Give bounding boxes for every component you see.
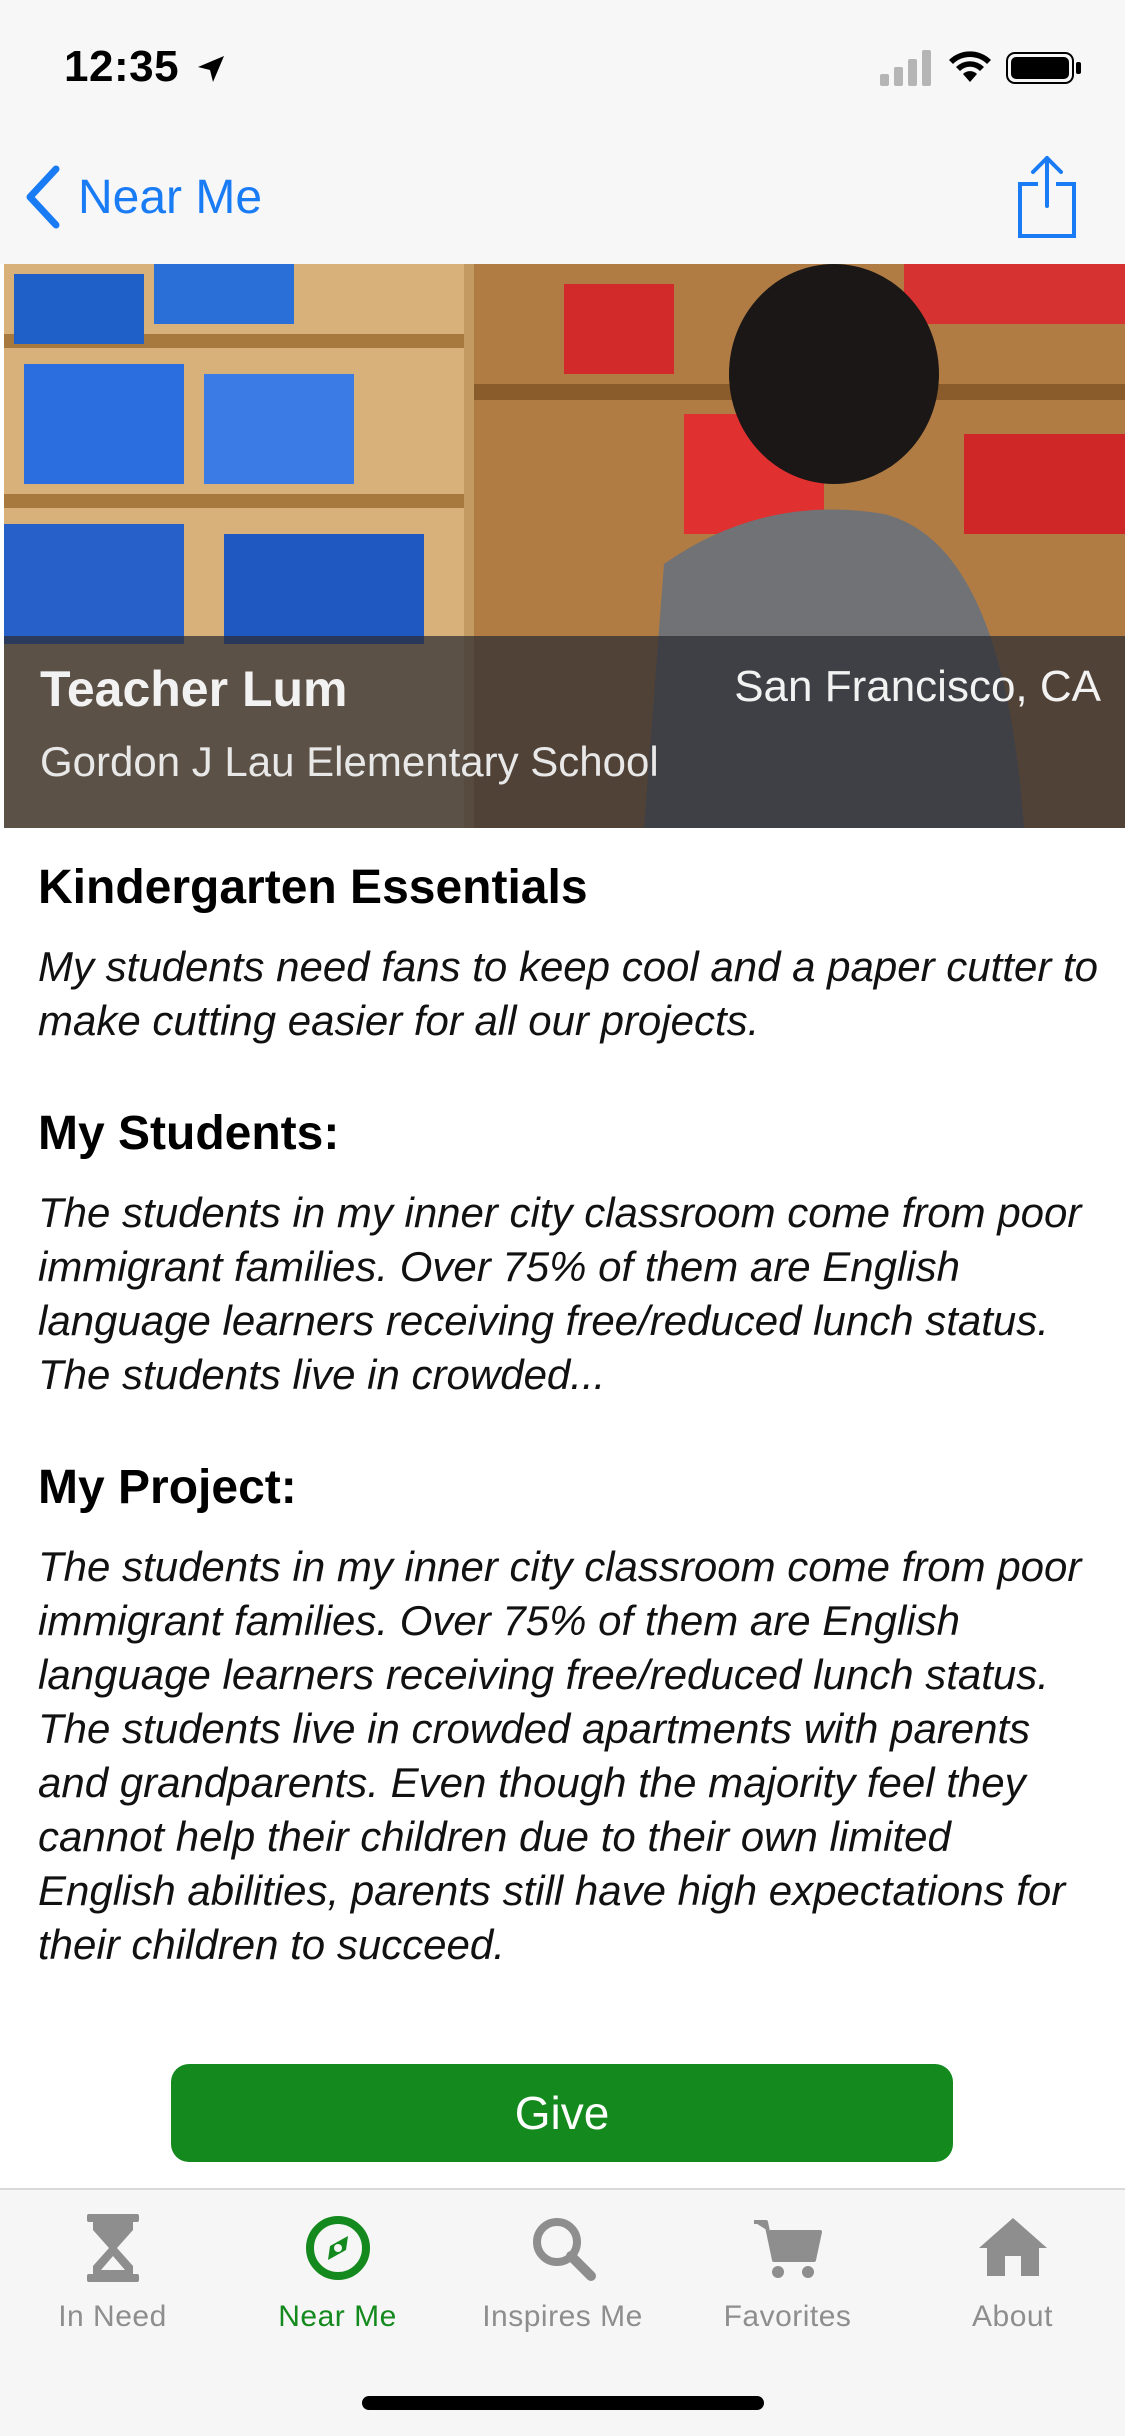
status-bar: 12:35	[0, 0, 1125, 132]
chevron-left-icon	[26, 165, 60, 229]
status-time: 12:35	[64, 42, 180, 91]
hourglass-icon	[86, 2214, 139, 2282]
search-icon	[532, 2218, 596, 2281]
back-button[interactable]: Near Me	[22, 162, 262, 232]
tab-label: Inspires Me	[482, 2300, 643, 2333]
students-text: The students in my inner city classroom …	[38, 1189, 1082, 1398]
hero-caption: Teacher Lum San Francisco, CA Gordon J L…	[4, 636, 1125, 828]
tab-near-me[interactable]: Near Me	[225, 2210, 450, 2340]
home-indicator[interactable]	[362, 2396, 764, 2410]
tab-label: Near Me	[278, 2300, 397, 2333]
home-icon	[978, 2218, 1047, 2276]
tab-about[interactable]: About	[900, 2210, 1125, 2340]
teacher-location: San Francisco, CA	[734, 662, 1101, 711]
wifi-icon	[949, 51, 991, 82]
students-heading: My Students:	[38, 1107, 340, 1160]
project-hero: Teacher Lum San Francisco, CA Gordon J L…	[4, 264, 1125, 828]
battery-icon	[1006, 52, 1081, 84]
project-heading: My Project:	[38, 1461, 297, 1514]
cart-icon	[753, 2220, 822, 2278]
back-label: Near Me	[78, 170, 263, 224]
tab-inspires-me[interactable]: Inspires Me	[450, 2210, 675, 2340]
tab-label: About	[972, 2300, 1053, 2333]
compass-icon	[305, 2216, 370, 2280]
location-arrow-icon	[198, 56, 224, 82]
project-content: Kindergarten Essentials My students need…	[38, 858, 1098, 1972]
teacher-name: Teacher Lum	[40, 661, 348, 717]
cellular-signal-icon	[880, 50, 931, 86]
project-summary: My students need fans to keep cool and a…	[38, 943, 1099, 1044]
share-icon[interactable]	[1016, 154, 1078, 240]
tab-label: In Need	[58, 2300, 167, 2333]
give-button[interactable]: Give	[171, 2064, 953, 2162]
project-text: The students in my inner city classroom …	[38, 1543, 1082, 1968]
school-name: Gordon J Lau Elementary School	[40, 738, 659, 785]
tab-in-need[interactable]: In Need	[0, 2210, 225, 2340]
project-title: Kindergarten Essentials	[38, 861, 588, 914]
tab-label: Favorites	[723, 2300, 852, 2333]
tab-favorites[interactable]: Favorites	[675, 2210, 900, 2340]
navigation-bar: Near Me	[0, 132, 1125, 264]
